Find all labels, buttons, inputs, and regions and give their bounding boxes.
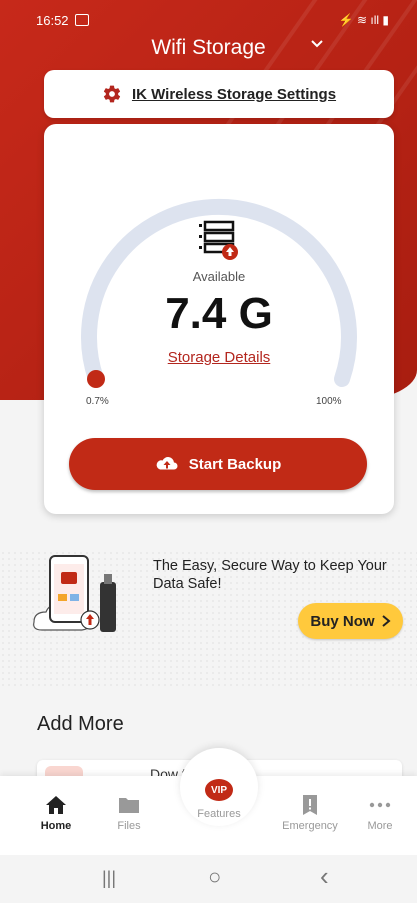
phone-backup-illustration bbox=[33, 555, 116, 632]
buy-now-button[interactable]: Buy Now bbox=[298, 603, 403, 639]
nav-label-emergency: Emergency bbox=[282, 820, 338, 832]
chevron-right-icon bbox=[381, 615, 391, 627]
nav-label-features: Features bbox=[197, 808, 241, 820]
folder-icon bbox=[119, 798, 139, 813]
vip-icon: VIP bbox=[205, 779, 233, 801]
nav-label-home: Home bbox=[40, 820, 72, 832]
buy-now-label: Buy Now bbox=[310, 612, 375, 630]
recent-apps-button[interactable]: ||| bbox=[102, 868, 116, 889]
home-system-button[interactable]: ○ bbox=[208, 864, 221, 890]
gauge-min-label: 0.7% bbox=[86, 396, 109, 407]
storage-details-link[interactable]: Storage Details bbox=[44, 349, 394, 366]
more-icon bbox=[369, 802, 391, 808]
storage-card: Available 7.4 G Storage Details 0.7% 100… bbox=[44, 124, 394, 514]
system-navigation-bar: ||| ○ ‹ bbox=[0, 855, 417, 903]
start-backup-label: Start Backup bbox=[188, 455, 282, 473]
nav-label-more: More bbox=[367, 820, 393, 832]
page-title: Wifi Storage bbox=[151, 36, 266, 59]
nav-item-home[interactable]: Home bbox=[26, 794, 86, 832]
image-notification-icon bbox=[74, 14, 89, 26]
status-bar: 16:52 ⚡ ≋ ıll ▮ bbox=[36, 10, 389, 30]
storage-value: 7.4 G bbox=[165, 289, 273, 338]
promo-text: The Easy, Secure Way to Keep Your Data S… bbox=[153, 558, 387, 592]
emergency-icon bbox=[303, 795, 317, 815]
server-icon bbox=[199, 220, 238, 260]
gear-icon bbox=[103, 85, 121, 103]
back-system-button[interactable]: ‹ bbox=[320, 861, 329, 892]
app-header: Wifi Storage bbox=[0, 30, 417, 66]
start-backup-button[interactable]: Start Backup bbox=[69, 438, 367, 490]
available-label: Available bbox=[192, 269, 246, 284]
status-icons: ⚡ ≋ ıll ▮ bbox=[338, 13, 389, 27]
nav-item-emergency[interactable]: Emergency bbox=[280, 794, 340, 832]
gauge-max-label: 100% bbox=[316, 396, 342, 407]
storage-settings-button[interactable]: IK Wireless Storage Settings bbox=[44, 70, 394, 118]
nav-label-files: Files bbox=[117, 820, 141, 832]
settings-label: IK Wireless Storage Settings bbox=[131, 85, 337, 103]
gauge-knob bbox=[87, 370, 105, 388]
status-time: 16:52 bbox=[36, 12, 69, 28]
home-icon bbox=[46, 796, 66, 814]
chevron-down-icon[interactable] bbox=[309, 36, 325, 57]
cloud-upload-icon bbox=[156, 457, 178, 470]
nav-item-files[interactable]: Files bbox=[99, 794, 159, 832]
nav-item-more[interactable]: More bbox=[350, 794, 410, 832]
add-more-title: Add More bbox=[37, 713, 124, 735]
